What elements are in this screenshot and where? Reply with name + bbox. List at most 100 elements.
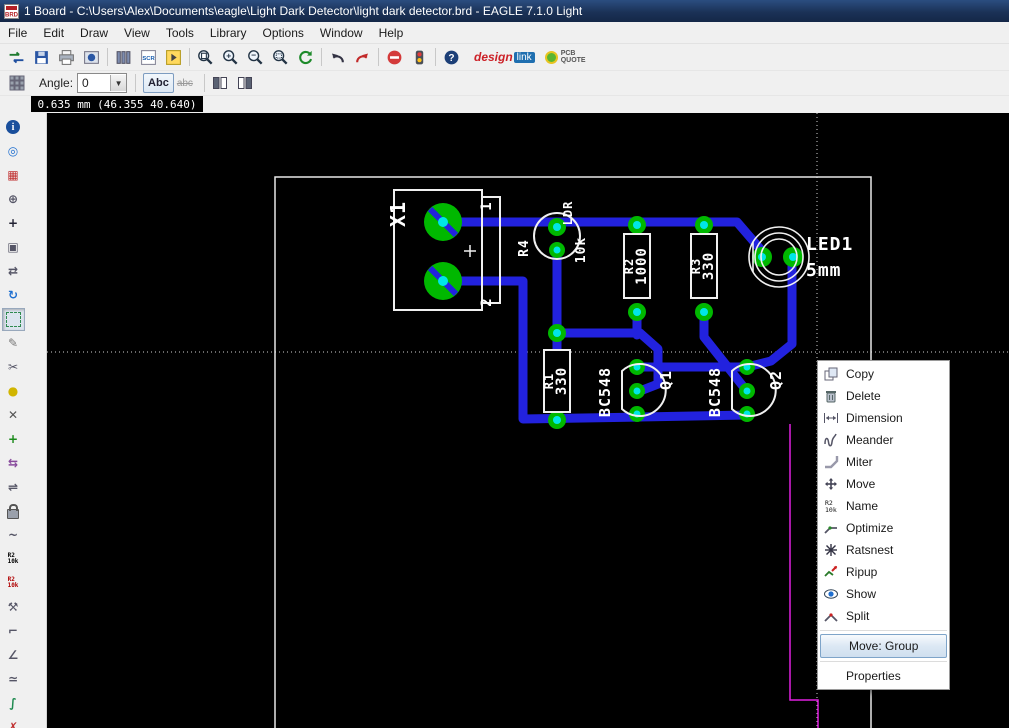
menu-item-ratsnest[interactable]: Ratsnest: [818, 539, 949, 561]
menu-help[interactable]: Help: [371, 23, 412, 43]
redo-button[interactable]: [350, 45, 375, 69]
pad[interactable]: [739, 359, 755, 375]
menu-item-move-group[interactable]: Move: Group: [820, 634, 947, 658]
zoom-in-button[interactable]: +: [218, 45, 243, 69]
menu-item-optimize[interactable]: Optimize: [818, 517, 949, 539]
traffic-light-button[interactable]: [407, 45, 432, 69]
menu-item-delete[interactable]: Delete: [818, 385, 949, 407]
pad[interactable]: [628, 216, 646, 234]
text-visible-button[interactable]: Abc: [143, 73, 174, 93]
tool-lock[interactable]: [2, 500, 25, 523]
pad[interactable]: [695, 303, 713, 321]
menu-tools[interactable]: Tools: [158, 23, 202, 43]
tool-cut[interactable]: ✂: [2, 356, 25, 379]
tool-add[interactable]: +: [2, 428, 25, 451]
undo-button[interactable]: [325, 45, 350, 69]
pad[interactable]: [629, 359, 645, 375]
angle-combobox[interactable]: 0 ▼: [77, 73, 128, 93]
switch-editor-button[interactable]: [4, 45, 29, 69]
menu-window[interactable]: Window: [312, 23, 371, 43]
menu-item-meander[interactable]: Meander: [818, 429, 949, 451]
menu-item-properties[interactable]: Properties: [818, 665, 949, 687]
print-button[interactable]: [54, 45, 79, 69]
design-link-logo[interactable]: design link: [474, 50, 535, 64]
svg-text:?: ?: [448, 53, 454, 64]
menu-options[interactable]: Options: [255, 23, 312, 43]
menu-item-name[interactable]: R2 10k Name: [818, 495, 949, 517]
component-r1[interactable]: R1 330: [542, 349, 571, 413]
via-pad[interactable]: [548, 324, 566, 342]
grid-button[interactable]: [4, 71, 29, 95]
menu-item-copy[interactable]: Copy: [818, 363, 949, 385]
stop-button[interactable]: [382, 45, 407, 69]
chevron-down-icon[interactable]: ▼: [110, 75, 127, 91]
tool-smash[interactable]: ⚒: [2, 596, 25, 619]
help-button[interactable]: ?: [439, 45, 464, 69]
menu-edit[interactable]: Edit: [35, 23, 72, 43]
tool-info[interactable]: i: [2, 116, 25, 139]
switch-editor-icon: [9, 51, 24, 63]
pad[interactable]: [739, 383, 755, 399]
pad-x1-2[interactable]: [424, 262, 462, 300]
menu-item-miter[interactable]: Miter: [818, 451, 949, 473]
zoom-redraw-button[interactable]: [293, 45, 318, 69]
tool-route[interactable]: ∫: [2, 692, 25, 715]
component-r2[interactable]: R2 1000: [622, 233, 651, 299]
tool-copy[interactable]: ▣: [2, 236, 25, 259]
ripup-icon: [823, 564, 839, 580]
cam-processor-button[interactable]: [79, 45, 104, 69]
menu-draw[interactable]: Draw: [72, 23, 116, 43]
menu-library[interactable]: Library: [202, 23, 255, 43]
tool-mirror[interactable]: ⇄: [2, 260, 25, 283]
pad[interactable]: [695, 216, 713, 234]
pad-x1-1[interactable]: [424, 203, 462, 241]
tool-ripup[interactable]: ✗: [2, 716, 25, 728]
save-button[interactable]: [29, 45, 54, 69]
zoom-out-button[interactable]: −: [243, 45, 268, 69]
tool-value[interactable]: R2 10k: [2, 572, 25, 595]
component-r3[interactable]: R3 330: [689, 233, 718, 299]
split-pane-right-button[interactable]: [233, 71, 258, 95]
menu-view[interactable]: View: [116, 23, 158, 43]
app-icon: BRD: [4, 3, 19, 19]
run-ulp-button[interactable]: [161, 45, 186, 69]
tool-replace[interactable]: ⇌: [2, 476, 25, 499]
tool-miter[interactable]: ⌐: [2, 620, 25, 643]
selection-layer-line[interactable]: [789, 424, 819, 728]
zoom-select-button[interactable]: [268, 45, 293, 69]
tool-split[interactable]: ∠: [2, 644, 25, 667]
menu-item-ripup[interactable]: Ripup: [818, 561, 949, 583]
sheet-list-button[interactable]: [111, 45, 136, 69]
pad[interactable]: [549, 242, 565, 258]
pcb-quote-logo[interactable]: PCB QUOTE: [544, 50, 586, 64]
menu-item-move[interactable]: Move: [818, 473, 949, 495]
tool-show[interactable]: ◎: [2, 140, 25, 163]
zoom-out-icon: −: [248, 49, 263, 64]
tool-display[interactable]: ▦: [2, 164, 25, 187]
pad[interactable]: [783, 247, 803, 267]
text-hidden-button[interactable]: abc: [174, 74, 196, 92]
split-pane-left-button[interactable]: [208, 71, 233, 95]
board-outline[interactable]: [274, 176, 872, 728]
tool-paste[interactable]: ●: [2, 380, 25, 403]
delete-icon: [823, 388, 839, 404]
tool-move[interactable]: +: [2, 212, 25, 235]
tool-mark[interactable]: ⊕: [2, 188, 25, 211]
tool-change[interactable]: ✎: [2, 332, 25, 355]
script-button[interactable]: SCR: [136, 45, 161, 69]
menu-item-split[interactable]: Split: [818, 605, 949, 627]
zoom-fit-button[interactable]: [193, 45, 218, 69]
menu-item-show[interactable]: Show: [818, 583, 949, 605]
pad[interactable]: [628, 303, 646, 321]
tool-group[interactable]: [1, 307, 25, 331]
menu-file[interactable]: File: [0, 23, 35, 43]
tool-rotate[interactable]: ↻: [2, 284, 25, 307]
pad[interactable]: [548, 411, 566, 429]
tool-optimize[interactable]: ≃: [2, 668, 25, 691]
tool-delete[interactable]: ✕: [2, 404, 25, 427]
menu-item-dimension[interactable]: Dimension: [818, 407, 949, 429]
tool-name[interactable]: R2 10k: [2, 548, 25, 571]
tool-meander[interactable]: ~: [2, 524, 25, 547]
tool-pinswap[interactable]: ⇆: [2, 452, 25, 475]
pad[interactable]: [629, 383, 645, 399]
